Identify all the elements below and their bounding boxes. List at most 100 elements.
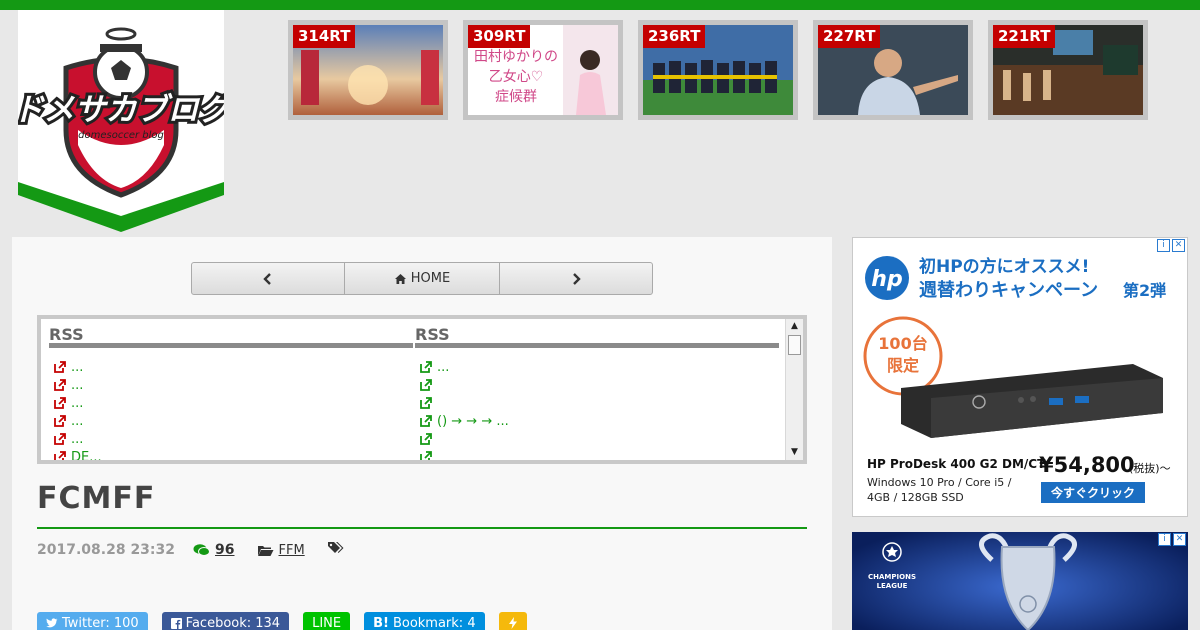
ad-cta-button[interactable]: 今すぐクリック xyxy=(1050,485,1135,500)
rss-item[interactable]: ... xyxy=(49,358,413,376)
rss-column-left: RSS ... ... ... ... ... DE... xyxy=(49,319,413,460)
rt-thumb-2[interactable]: 309RT 田村ゆかりの 乙女心♡ 症候群 xyxy=(463,20,623,120)
site-logo[interactable]: ドメサカブログ domesoccer blog xyxy=(18,10,224,232)
logo-subtext: domesoccer blog xyxy=(78,130,164,141)
ad-brand-line1: CHAMPIONS xyxy=(868,573,916,581)
rt-badge: 227RT xyxy=(818,25,881,48)
line-share-button[interactable]: LINE xyxy=(303,612,351,630)
ad-close-icon[interactable]: ✕ xyxy=(1172,239,1185,252)
ad-headline1: 初HPの方にオススメ! xyxy=(919,256,1089,277)
tags-icon xyxy=(327,541,345,559)
title-divider xyxy=(37,527,807,529)
rss-item[interactable] xyxy=(415,448,779,460)
external-link-icon xyxy=(420,451,432,460)
ad-headline2-suffix: 第2弾 xyxy=(1123,281,1166,300)
external-link-icon xyxy=(54,433,66,445)
hatena-bookmark-button[interactable]: B! Bookmark: 4 xyxy=(364,612,485,630)
post-date: 2017.08.28 23:32 xyxy=(37,542,176,558)
hp-logo: hp xyxy=(871,267,902,292)
ad-choices[interactable]: i ✕ xyxy=(1158,533,1186,546)
home-label: HOME xyxy=(410,271,451,286)
ad-tax: (税抜)～ xyxy=(1129,461,1171,475)
rss-title: RSS xyxy=(415,319,779,348)
rss-item[interactable]: () → → → ... xyxy=(415,412,779,430)
rss-item[interactable]: ... xyxy=(49,394,413,412)
post-meta: 2017.08.28 23:32 96 FFM xyxy=(37,540,345,560)
rss-item[interactable] xyxy=(415,394,779,412)
facebook-share-button[interactable]: Facebook: 134 xyxy=(161,612,290,630)
thumb-caption-line2: 乙女心♡ xyxy=(489,68,544,85)
hatena-icon: B! xyxy=(373,615,389,630)
external-link-icon xyxy=(420,415,432,427)
ad-spec2: 4GB / 128GB SSD xyxy=(867,491,964,504)
facebook-icon xyxy=(170,617,182,629)
ad-close-icon[interactable]: ✕ xyxy=(1173,533,1186,546)
rss-item[interactable]: ... xyxy=(415,358,779,376)
category-label: FFM xyxy=(278,542,305,558)
rt-badge: 314RT xyxy=(293,25,356,48)
post-title: FCMFF xyxy=(37,481,156,516)
external-link-icon xyxy=(420,379,432,391)
share-buttons: Twitter: 100 Facebook: 134 LINE B! Bookm… xyxy=(37,612,527,630)
ad-badge-top: 100台 xyxy=(878,334,927,353)
rt-thumb-3[interactable]: 236RT xyxy=(638,20,798,120)
next-post-button[interactable] xyxy=(500,263,652,294)
post-pager: HOME xyxy=(191,262,653,295)
external-link-icon xyxy=(54,397,66,409)
rt-thumb-4[interactable]: 227RT xyxy=(813,20,973,120)
scroll-down-arrow[interactable]: ▼ xyxy=(788,446,801,459)
rss-widget: RSS ... ... ... ... ... DE... RSS ... ()… xyxy=(37,315,807,464)
ad-info-icon[interactable]: i xyxy=(1158,533,1171,546)
category-link[interactable]: FFM xyxy=(257,543,305,558)
scroll-thumb[interactable] xyxy=(788,335,801,355)
top-accent-bar xyxy=(0,0,1200,10)
rss-item[interactable]: DE... xyxy=(49,448,413,460)
twitter-share-button[interactable]: Twitter: 100 xyxy=(37,612,148,630)
comment-link[interactable]: 96 xyxy=(193,542,235,558)
ad-headline2: 週替わりキャンペーン xyxy=(919,279,1098,301)
thumb-caption-line1: 田村ゆかりの xyxy=(474,49,558,65)
main-content: HOME RSS ... ... ... ... ... DE... RSS .… xyxy=(12,237,832,630)
rss-item[interactable] xyxy=(415,376,779,394)
external-link-icon xyxy=(420,397,432,409)
rss-item[interactable]: ... xyxy=(49,430,413,448)
home-button[interactable]: HOME xyxy=(345,263,500,294)
ad-spec1: Windows 10 Pro / Core i5 / xyxy=(867,476,1012,489)
rss-item[interactable] xyxy=(415,430,779,448)
ad-banner-champions-league[interactable]: i ✕ CHAMPIONS LEAGUE xyxy=(852,532,1188,630)
ad-info-icon[interactable]: i xyxy=(1157,239,1170,252)
ad-banner-hp[interactable]: i ✕ hp 初HPの方にオススメ! 週替わりキャンペーン 第2弾 100台 限… xyxy=(852,237,1188,517)
ad-badge-bottom: 限定 xyxy=(887,356,919,375)
ad-price: ¥54,800 xyxy=(1039,453,1135,477)
rss-item[interactable]: ... xyxy=(49,412,413,430)
rt-thumb-5[interactable]: 221RT xyxy=(988,20,1148,120)
rt-thumb-1[interactable]: 314RT xyxy=(288,20,448,120)
external-link-icon xyxy=(54,415,66,427)
rt-badge: 309RT xyxy=(468,25,531,48)
twitter-icon xyxy=(46,618,58,628)
comment-count: 96 xyxy=(215,542,235,558)
prev-post-button[interactable] xyxy=(192,263,345,294)
ad-brand-line2: LEAGUE xyxy=(877,582,908,590)
external-link-icon xyxy=(420,433,432,445)
comments-icon xyxy=(193,544,211,556)
rss-title: RSS xyxy=(49,319,413,348)
scroll-up-arrow[interactable]: ▲ xyxy=(788,320,801,333)
external-link-icon xyxy=(54,379,66,391)
external-link-icon xyxy=(54,451,66,460)
rss-item[interactable]: ... xyxy=(49,376,413,394)
ad-product: HP ProDesk 400 G2 DM/CT xyxy=(867,457,1046,471)
ad-choices[interactable]: i ✕ xyxy=(1157,239,1185,252)
rt-badge: 236RT xyxy=(643,25,706,48)
thumb-caption-line3: 症候群 xyxy=(495,89,537,105)
chevron-left-icon xyxy=(263,272,271,285)
rss-column-right: RSS ... () → → → ... xyxy=(415,319,779,460)
desktop-pc-image xyxy=(901,364,1163,438)
lightning-icon xyxy=(508,617,517,629)
rss-scrollbar[interactable]: ▲ ▼ xyxy=(785,319,803,460)
logo-text: ドメサカブログ xyxy=(18,92,224,128)
folder-open-icon xyxy=(257,545,273,556)
feedly-button[interactable] xyxy=(498,612,527,630)
external-link-icon xyxy=(54,361,66,373)
chevron-right-icon xyxy=(573,272,581,285)
